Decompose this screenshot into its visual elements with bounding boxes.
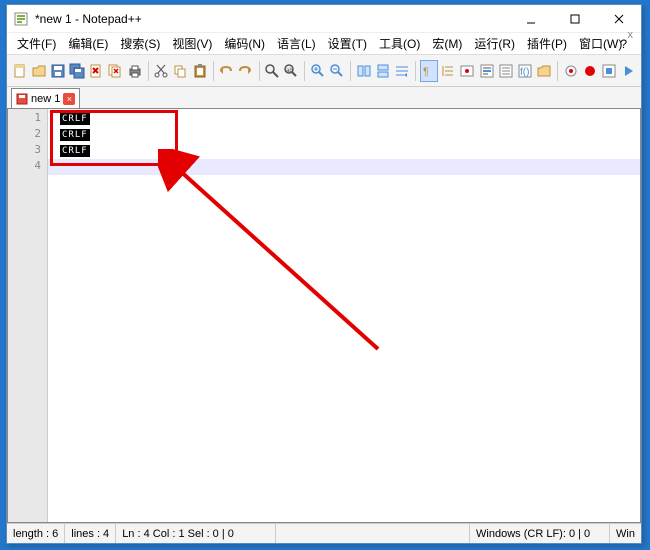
cut-icon[interactable] xyxy=(152,60,170,82)
record-macro-icon[interactable] xyxy=(581,60,599,82)
save-all-icon[interactable] xyxy=(68,60,86,82)
line-number: 1 xyxy=(8,111,47,127)
statusbar: length : 6 lines : 4 Ln : 4 Col : 1 Sel … xyxy=(7,523,641,543)
zoom-in-icon[interactable] xyxy=(309,60,327,82)
menu-tools[interactable]: 工具(O) xyxy=(373,33,426,54)
menu-file[interactable]: 文件(F) xyxy=(11,33,62,54)
window-controls xyxy=(509,5,641,33)
undo-icon[interactable] xyxy=(217,60,235,82)
toolbar-separator xyxy=(304,61,305,81)
status-lines: lines : 4 xyxy=(65,524,116,543)
udl-icon[interactable] xyxy=(458,60,476,82)
menu-view[interactable]: 视图(V) xyxy=(166,33,218,54)
menu-settings[interactable]: 设置(T) xyxy=(322,33,373,54)
close-button[interactable] xyxy=(597,5,641,33)
line-number-gutter: 1 2 3 4 xyxy=(8,109,48,522)
play-macro-icon[interactable] xyxy=(619,60,637,82)
copy-icon[interactable] xyxy=(171,60,189,82)
toolbar-separator xyxy=(259,61,260,81)
editor-content[interactable]: CRLF CRLF CRLF xyxy=(48,109,640,522)
sync-v-icon[interactable] xyxy=(355,60,373,82)
status-position: Ln : 4 Col : 1 Sel : 0 | 0 xyxy=(116,524,276,543)
menu-macro[interactable]: 宏(M) xyxy=(426,33,468,54)
doc-list-icon[interactable] xyxy=(497,60,515,82)
menu-edit[interactable]: 编辑(E) xyxy=(62,33,114,54)
tabbar: new 1 × xyxy=(7,87,641,109)
editor-line[interactable]: CRLF xyxy=(48,143,640,159)
print-icon[interactable] xyxy=(125,60,143,82)
toolbar-separator xyxy=(350,61,351,81)
menu-language[interactable]: 语言(L) xyxy=(271,33,322,54)
status-spacer xyxy=(276,524,470,543)
editor-line[interactable]: CRLF xyxy=(48,127,640,143)
notepadpp-icon xyxy=(13,11,29,27)
svg-text:ab: ab xyxy=(286,68,293,74)
crlf-symbol: CRLF xyxy=(60,129,90,141)
toolbar: ab ¶ f() xyxy=(7,55,641,87)
menubar: 文件(F) 编辑(E) 搜索(S) 视图(V) 编码(N) 语言(L) 设置(T… xyxy=(7,33,641,55)
editor-line[interactable]: CRLF xyxy=(48,111,640,127)
editor-line-active[interactable] xyxy=(48,159,640,175)
app-window: *new 1 - Notepad++ 文件(F) 编辑(E) 搜索(S) 视图(… xyxy=(6,4,642,544)
menu-encoding[interactable]: 编码(N) xyxy=(218,33,271,54)
file-tab[interactable]: new 1 × xyxy=(11,88,80,108)
toolbar-separator xyxy=(557,61,558,81)
folder-tree-icon[interactable] xyxy=(535,60,553,82)
line-number: 2 xyxy=(8,127,47,143)
status-eol: Windows (CR LF): 0 | 0 xyxy=(470,524,610,543)
func-list-icon[interactable]: f() xyxy=(516,60,534,82)
menu-run[interactable]: 运行(R) xyxy=(468,33,521,54)
redo-icon[interactable] xyxy=(236,60,254,82)
new-file-icon[interactable] xyxy=(11,60,29,82)
crlf-symbol: CRLF xyxy=(60,145,90,157)
tab-close-icon[interactable]: × xyxy=(63,93,75,105)
unsaved-disk-icon xyxy=(16,93,28,105)
titlebar: *new 1 - Notepad++ xyxy=(7,5,641,33)
doc-map-icon[interactable] xyxy=(478,60,496,82)
maximize-button[interactable] xyxy=(553,5,597,33)
close-file-icon[interactable] xyxy=(87,60,105,82)
crlf-symbol: CRLF xyxy=(60,113,90,125)
toolbar-separator xyxy=(213,61,214,81)
menu-search[interactable]: 搜索(S) xyxy=(114,33,166,54)
wrap-icon[interactable] xyxy=(393,60,411,82)
indent-guide-icon[interactable] xyxy=(439,60,457,82)
save-icon[interactable] xyxy=(49,60,67,82)
zoom-out-icon[interactable] xyxy=(328,60,346,82)
svg-text:f(): f() xyxy=(520,67,529,78)
replace-icon[interactable]: ab xyxy=(282,60,300,82)
tab-label: new 1 xyxy=(31,93,60,105)
open-file-icon[interactable] xyxy=(30,60,48,82)
find-icon[interactable] xyxy=(263,60,281,82)
monitor-icon[interactable] xyxy=(562,60,580,82)
minimize-button[interactable] xyxy=(509,5,553,33)
menu-plugins[interactable]: 插件(P) xyxy=(521,33,573,54)
window-title: *new 1 - Notepad++ xyxy=(35,12,509,26)
svg-text:¶: ¶ xyxy=(423,66,429,78)
editor-area[interactable]: 1 2 3 4 CRLF CRLF CRLF xyxy=(7,109,641,523)
sync-h-icon[interactable] xyxy=(374,60,392,82)
stop-macro-icon[interactable] xyxy=(600,60,618,82)
status-length: length : 6 xyxy=(7,524,65,543)
paste-icon[interactable] xyxy=(191,60,209,82)
toolbar-collapse-icon[interactable]: x xyxy=(628,29,634,41)
close-all-icon[interactable] xyxy=(106,60,124,82)
line-number: 4 xyxy=(8,159,47,175)
line-number: 3 xyxy=(8,143,47,159)
toolbar-separator xyxy=(148,61,149,81)
status-encoding: Win xyxy=(610,524,641,543)
show-symbol-icon[interactable]: ¶ xyxy=(420,60,438,82)
toolbar-separator xyxy=(415,61,416,81)
